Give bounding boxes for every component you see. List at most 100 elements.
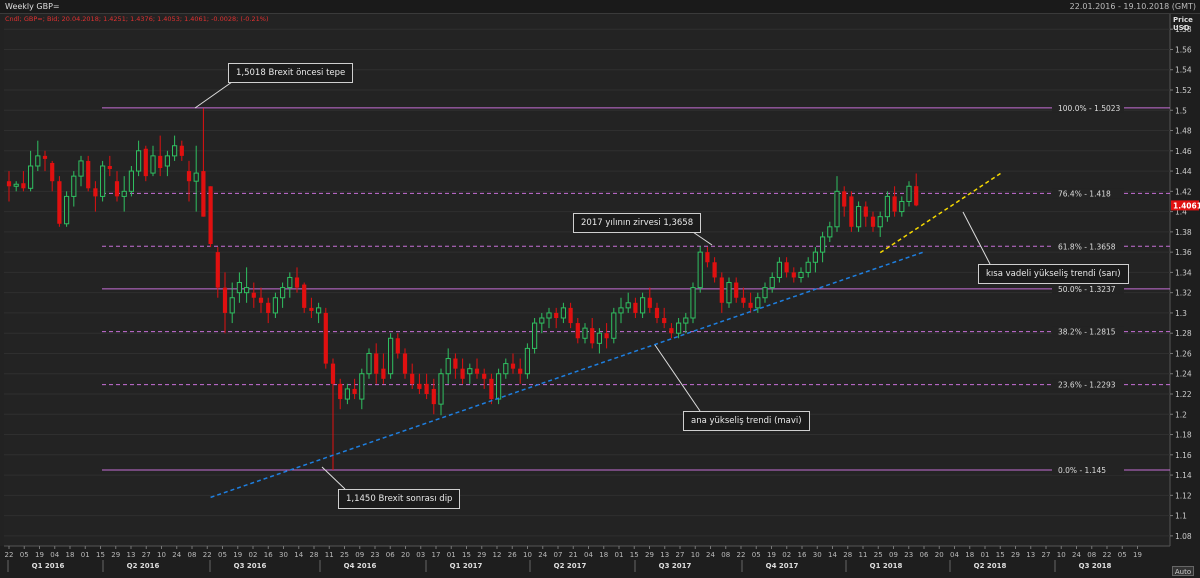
- x-tick-label: 10: [691, 551, 700, 559]
- candle-body: [251, 292, 256, 298]
- x-tick-label: 02: [782, 551, 791, 559]
- candle-body: [842, 191, 847, 207]
- candle-body: [186, 171, 192, 182]
- x-tick-label: 29: [111, 551, 120, 559]
- x-tick-label: 05: [218, 551, 227, 559]
- candle-body: [100, 165, 106, 197]
- y-tick-label: 1.46: [1175, 147, 1192, 156]
- x-tick-label: 27: [676, 551, 685, 559]
- x-tick-label: 15: [996, 551, 1005, 559]
- candle-body: [359, 373, 365, 400]
- candle-body: [93, 188, 98, 197]
- candle-body: [294, 277, 300, 288]
- candle-body: [834, 190, 840, 228]
- candle-body: [575, 323, 580, 339]
- auto-scale-button[interactable]: Auto: [1172, 566, 1194, 576]
- fib-level-label: 100.0% - 1.5023: [1058, 104, 1121, 113]
- candle-body: [863, 206, 868, 217]
- candle-body: [676, 322, 682, 334]
- x-tick-label: 19: [1133, 551, 1142, 559]
- fib-level-label: 23.6% - 1.2293: [1058, 381, 1116, 390]
- x-tick-label: 24: [172, 551, 181, 559]
- candle-body: [611, 312, 617, 339]
- y-tick-label: 1.3: [1175, 309, 1187, 318]
- quarter-label: Q2 2018: [974, 562, 1007, 570]
- candle-body: [431, 388, 436, 405]
- candle-body: [208, 186, 213, 245]
- candle-body: [114, 181, 120, 197]
- candle-body: [546, 312, 552, 319]
- candle-body: [560, 307, 566, 319]
- candle-body: [402, 353, 408, 374]
- x-tick-label: 27: [142, 551, 151, 559]
- x-tick-label: 18: [965, 551, 974, 559]
- candle-body: [229, 297, 235, 314]
- candle-body: [791, 272, 796, 278]
- candle-body: [323, 312, 328, 364]
- candle-body: [50, 162, 55, 182]
- x-tick-label: 17: [432, 551, 441, 559]
- candle-body: [266, 302, 271, 313]
- candle-body: [906, 185, 912, 202]
- candle-body: [338, 383, 343, 400]
- candle-body: [748, 302, 753, 308]
- candle-body: [136, 150, 142, 172]
- x-tick-label: 16: [264, 551, 273, 559]
- chart-window: 100.0% - 1.5023 76.4% - 1.418 61.8% - 1.36…: [0, 0, 1200, 578]
- x-tick-label: 06: [920, 551, 929, 559]
- x-tick-label: 20: [935, 551, 944, 559]
- candle-body: [366, 352, 372, 375]
- x-tick-label: 11: [325, 551, 334, 559]
- candle-body: [388, 337, 394, 375]
- y-tick-label: 1.32: [1175, 289, 1192, 298]
- callout-2017-peak: 2017 yılının zirvesi 1,3658: [573, 213, 702, 233]
- candle-body: [820, 236, 826, 253]
- quarter-label: Q2 2016: [127, 562, 160, 570]
- candle-body: [57, 181, 62, 224]
- candle-body: [172, 145, 178, 157]
- candle-body: [669, 328, 674, 334]
- y-tick-label: 1.16: [1175, 451, 1192, 460]
- y-tick-label: 1.1: [1175, 512, 1187, 521]
- y-tick-label: 1.34: [1175, 268, 1192, 277]
- quarter-label: Q3 2016: [234, 562, 267, 570]
- x-tick-label: 01: [81, 551, 90, 559]
- x-tick-label: 18: [599, 551, 608, 559]
- x-tick-label: 09: [355, 551, 364, 559]
- candle-body: [201, 171, 206, 217]
- current-price-label: 1.4061: [1173, 201, 1200, 210]
- y-tick-label: 1.42: [1175, 187, 1192, 196]
- candle-body: [899, 200, 905, 213]
- candle-body: [344, 388, 350, 400]
- candle-body: [272, 297, 278, 314]
- x-tick-label: 13: [660, 551, 669, 559]
- x-tick-label: 15: [462, 551, 471, 559]
- y-tick-label: 1.2: [1175, 410, 1187, 419]
- x-tick-label: 22: [1103, 551, 1112, 559]
- candle-body: [914, 186, 919, 206]
- candle-body: [856, 206, 862, 228]
- candle-body: [128, 170, 135, 192]
- price-chart[interactable]: 100.0% - 1.5023 76.4% - 1.418 61.8% - 1.36…: [0, 0, 1200, 578]
- candle-body: [582, 327, 588, 339]
- candle-body: [158, 155, 163, 169]
- y-tick-label: 1.26: [1175, 349, 1192, 358]
- x-tick-label: 26: [508, 551, 517, 559]
- x-tick-label: 21: [569, 551, 578, 559]
- x-tick-label: 01: [981, 551, 990, 559]
- candle-body: [21, 183, 26, 189]
- candle-body: [769, 276, 775, 289]
- candle-body: [640, 297, 646, 314]
- x-tick-label: 14: [294, 551, 303, 559]
- x-tick-label: 04: [584, 551, 593, 559]
- candle-body: [280, 287, 286, 299]
- candle-body: [121, 190, 127, 197]
- x-tick-label: 01: [447, 551, 456, 559]
- x-tick-label: 20: [401, 551, 410, 559]
- candle-body: [776, 261, 782, 278]
- candle-body: [86, 160, 91, 189]
- candle-body: [719, 277, 724, 303]
- candle-body: [812, 251, 818, 263]
- candle-body: [424, 383, 429, 394]
- candle-body: [193, 172, 199, 182]
